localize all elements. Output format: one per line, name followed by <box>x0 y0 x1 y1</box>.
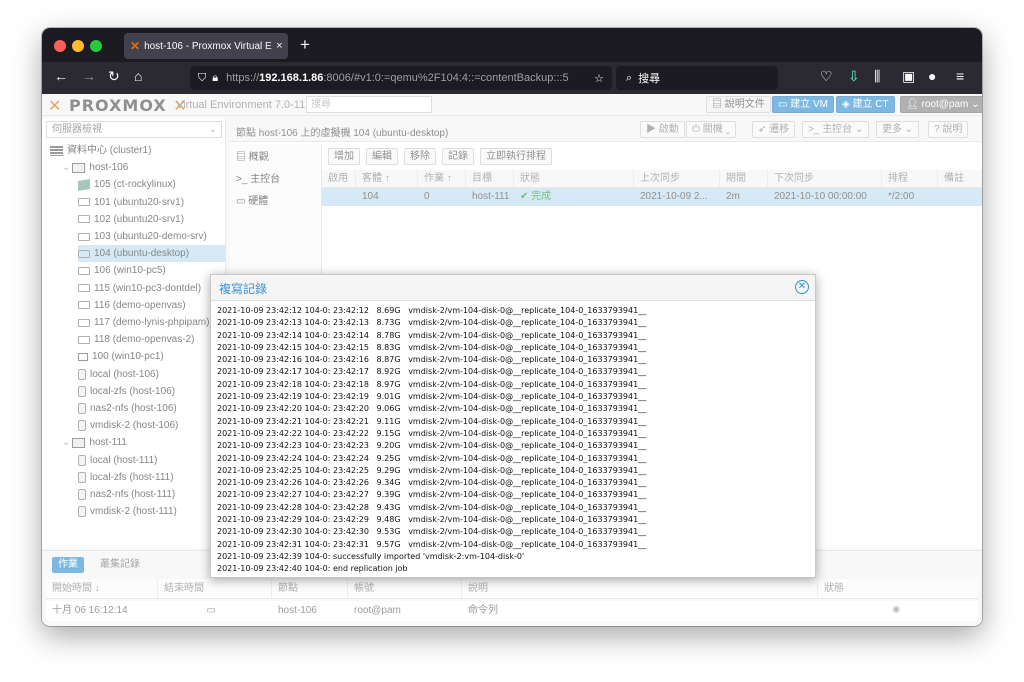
log-line: 2021-10-09 23:42:22 104-0: 23:42:22 9.15… <box>217 428 647 438</box>
replication-log-window: 複寫記錄 ✕ 2021-10-09 23:42:12 104-0: 23:42:… <box>210 274 816 578</box>
browser-tab[interactable]: ✕ host-106 - Proxmox Virtual Environment… <box>124 33 288 59</box>
bookmark-star-icon[interactable]: ☆ <box>594 72 604 85</box>
home-icon[interactable]: ⌂ <box>134 68 142 84</box>
log-line: 2021-10-09 23:42:16 104-0: 23:42:16 8.87… <box>217 355 647 365</box>
proxmox-favicon-icon: ✕ <box>130 39 141 53</box>
log-line: 2021-10-09 23:42:19 104-0: 23:42:19 9.01… <box>217 392 647 402</box>
proxmox-app: ✕ PROXMOX ✕ Virtual Environment 7.0-11 搜… <box>42 94 982 626</box>
tab-title: host-106 - Proxmox Virtual Environment <box>144 40 272 52</box>
log-line: 2021-10-09 23:42:39 104-0: successfully … <box>217 551 525 561</box>
close-icon[interactable]: ✕ <box>795 280 809 294</box>
browser-navbar: ← → ↻ ⌂ ⛉ 🔒︎ https://192.168.1.86:8006/#… <box>42 62 982 94</box>
log-line: 2021-10-09 23:42:18 104-0: 23:42:18 8.97… <box>217 379 647 389</box>
pocket-icon[interactable]: ♡ <box>820 68 833 85</box>
browser-search-bar[interactable]: ⌕ 搜尋 <box>616 66 778 90</box>
sidebar-icon[interactable]: ▣ <box>902 68 915 85</box>
log-line: 2021-10-09 23:42:15 104-0: 23:42:15 8.83… <box>217 342 647 352</box>
log-line: 2021-10-09 23:42:27 104-0: 23:42:27 9.39… <box>217 490 647 500</box>
log-line: 2021-10-09 23:42:23 104-0: 23:42:23 9.20… <box>217 441 647 451</box>
shield-icon[interactable]: ⛉ <box>198 72 206 85</box>
forward-icon[interactable]: → <box>82 68 96 84</box>
account-icon[interactable]: ● <box>928 68 936 84</box>
tab-close-icon[interactable]: × <box>276 40 282 52</box>
search-placeholder: 搜尋 <box>638 73 661 85</box>
url-prefix: https:// <box>226 72 260 84</box>
url-host: 192.168.1.86 <box>259 72 324 84</box>
browser-window: ✕ host-106 - Proxmox Virtual Environment… <box>42 28 982 626</box>
log-line: 2021-10-09 23:42:26 104-0: 23:42:26 9.34… <box>217 478 647 488</box>
log-line: 2021-10-09 23:42:29 104-0: 23:42:29 9.48… <box>217 515 647 525</box>
library-icon[interactable]: ⫼ <box>874 68 880 85</box>
log-line: 2021-10-09 23:42:12 104-0: 23:42:12 8.69… <box>217 306 647 315</box>
downloads-icon[interactable]: ⇩ <box>848 68 860 85</box>
log-line: 2021-10-09 23:42:20 104-0: 23:42:20 9.06… <box>217 404 647 414</box>
reload-icon[interactable]: ↻ <box>108 68 120 85</box>
back-icon[interactable]: ← <box>54 68 68 84</box>
new-tab-button[interactable]: + <box>300 35 310 55</box>
log-line: 2021-10-09 23:42:40 104-0: end replicati… <box>217 564 408 574</box>
search-icon: ⌕ <box>626 71 633 84</box>
log-line: 2021-10-09 23:42:31 104-0: 23:42:31 9.57… <box>217 539 647 549</box>
lock-icon[interactable]: 🔒︎ <box>212 72 218 85</box>
log-line: 2021-10-09 23:42:21 104-0: 23:42:21 9.11… <box>217 416 647 426</box>
log-line: 2021-10-09 23:42:17 104-0: 23:42:17 8.92… <box>217 367 647 377</box>
menu-icon[interactable]: ≡ <box>956 68 964 84</box>
url-rest: :8006/#v1:0:=qemu%2F104:4::=contentBacku… <box>323 72 569 84</box>
log-line: 2021-10-09 23:42:25 104-0: 23:42:25 9.29… <box>217 465 647 475</box>
log-line: 2021-10-09 23:42:28 104-0: 23:42:28 9.43… <box>217 502 647 512</box>
log-line: 2021-10-09 23:42:14 104-0: 23:42:14 8.78… <box>217 330 647 340</box>
browser-titlebar: ✕ host-106 - Proxmox Virtual Environment… <box>42 28 982 62</box>
close-window-button[interactable] <box>54 40 66 52</box>
log-window-header: 複寫記錄 ✕ <box>211 275 815 301</box>
log-line: 2021-10-09 23:42:13 104-0: 23:42:13 8.73… <box>217 318 647 328</box>
log-line: 2021-10-09 23:42:30 104-0: 23:42:30 9.53… <box>217 527 647 537</box>
url-bar[interactable]: ⛉ 🔒︎ https://192.168.1.86:8006/#v1:0:=qe… <box>190 66 612 90</box>
log-line: 2021-10-09 23:42:24 104-0: 23:42:24 9.25… <box>217 453 647 463</box>
log-window-title: 複寫記錄 <box>219 282 268 296</box>
maximize-window-button[interactable] <box>90 40 102 52</box>
minimize-window-button[interactable] <box>72 40 84 52</box>
log-body[interactable]: 2021-10-09 23:42:12 104-0: 23:42:12 8.69… <box>211 302 815 577</box>
